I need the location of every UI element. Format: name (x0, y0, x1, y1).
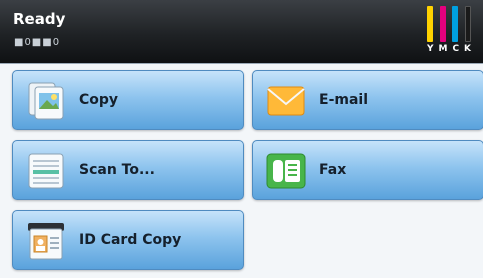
toner-label-m: M (438, 44, 448, 54)
copy-icon (25, 81, 67, 121)
scan-to-label: Scan To... (79, 162, 155, 178)
app-grid: Copy E-mail Scan To... Fax ID Card Copy (0, 64, 483, 278)
toner-label-c: C (452, 44, 460, 54)
toner-bar-yellow (427, 6, 433, 42)
scan-to-button[interactable]: Scan To... (12, 140, 244, 200)
copy-button[interactable]: Copy (12, 70, 244, 130)
fax-icon (265, 151, 307, 191)
fax-button[interactable]: Fax (252, 140, 483, 200)
status-title: Ready (13, 10, 66, 28)
fax-label: Fax (319, 162, 347, 178)
email-label: E-mail (319, 92, 369, 108)
copy-label: Copy (79, 92, 119, 108)
toner-bar-magenta (439, 6, 446, 42)
toner-bar-black (464, 6, 471, 42)
status-bar: Ready ■0■■0 Y M C K (0, 0, 483, 64)
toner-bar-cyan (452, 6, 459, 42)
email-icon (265, 81, 307, 121)
toner-level-indicator: Y M C K (423, 6, 475, 56)
toner-label-k: K (464, 44, 471, 54)
status-indicator: ■0■■0 (14, 37, 61, 48)
id-card-copy-label: ID Card Copy (79, 232, 182, 248)
email-button[interactable]: E-mail (252, 70, 483, 130)
toner-label-y: Y (427, 44, 434, 54)
id-card-icon (25, 221, 67, 261)
scan-icon (25, 151, 67, 191)
id-card-copy-button[interactable]: ID Card Copy (12, 210, 244, 270)
